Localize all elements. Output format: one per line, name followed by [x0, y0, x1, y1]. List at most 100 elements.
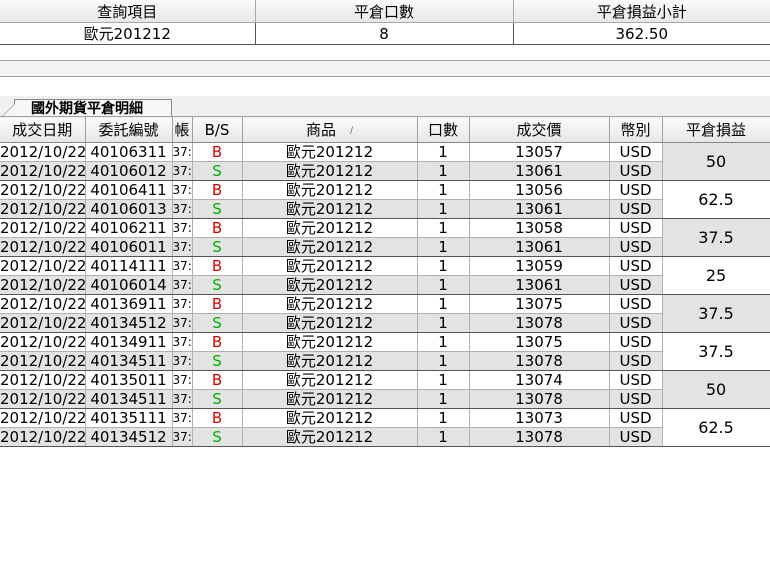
cell-order: 40106211	[85, 218, 173, 238]
table-row[interactable]: 2012/10/22 40106011 37: S 歐元201212 1 13061 USD	[0, 237, 770, 257]
cell-product: 歐元201212	[242, 275, 418, 295]
col-header-product[interactable]: 商品 ∕	[242, 116, 418, 143]
summary-header-item[interactable]: 查詢項目	[0, 0, 256, 23]
cell-account: 37:	[172, 275, 193, 295]
table-row[interactable]: 2012/10/22 40136911 37: B 歐元201212 1 13075 USD 3…	[0, 294, 770, 333]
cell-currency: USD	[609, 351, 663, 371]
summary-table: 查詢項目 平倉口數 平倉損益小計 歐元201212 8 362.50	[0, 0, 770, 45]
cell-date: 2012/10/22	[0, 294, 86, 314]
cell-order: 40106012	[85, 161, 173, 181]
cell-pnl: 37.5	[662, 294, 770, 333]
col-header-price[interactable]: 成交價	[469, 116, 610, 143]
col-header-order[interactable]: 委託編號	[85, 116, 173, 143]
table-row[interactable]: 2012/10/22 40106211 37: B 歐元201212 1 13058 USD 3…	[0, 218, 770, 257]
col-header-date[interactable]: 成交日期	[0, 116, 86, 143]
table-row[interactable]: 2012/10/22 40106311 37: B 歐元201212 1 13057 USD 5…	[0, 142, 770, 181]
cell-product: 歐元201212	[242, 332, 418, 352]
cell-date: 2012/10/22	[0, 199, 86, 219]
cell-currency: USD	[609, 389, 663, 409]
cell-account: 37:	[172, 218, 193, 238]
cell-price: 13075	[469, 332, 610, 352]
cell-pnl: 37.5	[662, 332, 770, 371]
cell-lots: 1	[417, 370, 470, 390]
cell-price: 13075	[469, 294, 610, 314]
cell-date: 2012/10/22	[0, 351, 86, 371]
cell-date: 2012/10/22	[0, 275, 86, 295]
summary-header-qty[interactable]: 平倉口數	[255, 0, 514, 23]
cell-price: 13078	[469, 351, 610, 371]
cell-bs: B	[192, 142, 243, 162]
cell-product: 歐元201212	[242, 180, 418, 200]
summary-header-subtotal[interactable]: 平倉損益小計	[513, 0, 770, 23]
cell-order: 40106011	[85, 237, 173, 257]
cell-account: 37:	[172, 294, 193, 314]
cell-currency: USD	[609, 370, 663, 390]
summary-row[interactable]: 歐元201212 8 362.50	[0, 22, 770, 45]
cell-order: 40134512	[85, 427, 173, 447]
table-row[interactable]: 2012/10/22 40135111 37: B 歐元201212 1 13073 USD 6…	[0, 408, 770, 447]
col-header-bs[interactable]: B/S	[192, 116, 243, 143]
cell-pnl: 62.5	[662, 408, 770, 447]
cell-lots: 1	[417, 237, 470, 257]
cell-date: 2012/10/22	[0, 408, 86, 428]
cell-order: 40106411	[85, 180, 173, 200]
cell-lots: 1	[417, 199, 470, 219]
table-row[interactable]: 2012/10/22 40114111 37: B 歐元201212 1 13059 USD 2…	[0, 256, 770, 295]
col-header-pnl[interactable]: 平倉損益	[662, 116, 770, 143]
cell-lots: 1	[417, 351, 470, 371]
tab-foreign-futures-close-detail[interactable]: 國外期貨平倉明細	[14, 99, 172, 117]
cell-currency: USD	[609, 332, 663, 352]
cell-date: 2012/10/22	[0, 142, 86, 162]
col-header-lots[interactable]: 口數	[417, 116, 470, 143]
table-row[interactable]: 2012/10/22 40134911 37: B 歐元201212 1 13075 USD 3…	[0, 332, 770, 371]
cell-order: 40134511	[85, 351, 173, 371]
cell-account: 37:	[172, 237, 193, 257]
cell-currency: USD	[609, 142, 663, 162]
col-header-account[interactable]: 帳	[172, 116, 193, 143]
cell-lots: 1	[417, 256, 470, 276]
table-row[interactable]: 2012/10/22 40106012 37: S 歐元201212 1 13061 USD	[0, 161, 770, 181]
table-row[interactable]: 2012/10/22 40106411 37: B 歐元201212 1 13056 USD 6…	[0, 180, 770, 219]
table-row[interactable]: 2012/10/22 40106013 37: S 歐元201212 1 13061 USD	[0, 199, 770, 219]
cell-currency: USD	[609, 427, 663, 447]
cell-bs: S	[192, 389, 243, 409]
cell-order: 40114111	[85, 256, 173, 276]
cell-account: 37:	[172, 142, 193, 162]
cell-bs: S	[192, 427, 243, 447]
cell-bs: B	[192, 180, 243, 200]
tab-strip: 國外期貨平倉明細	[0, 96, 770, 117]
cell-pnl: 50	[662, 142, 770, 181]
cell-price: 13061	[469, 275, 610, 295]
cell-product: 歐元201212	[242, 142, 418, 162]
cell-pnl: 37.5	[662, 218, 770, 257]
panel-splitter[interactable]	[0, 60, 770, 77]
cell-product: 歐元201212	[242, 351, 418, 371]
cell-product: 歐元201212	[242, 427, 418, 447]
cell-account: 37:	[172, 199, 193, 219]
cell-account: 37:	[172, 256, 193, 276]
cell-product: 歐元201212	[242, 161, 418, 181]
cell-currency: USD	[609, 408, 663, 428]
cell-lots: 1	[417, 161, 470, 181]
cell-lots: 1	[417, 332, 470, 352]
cell-account: 37:	[172, 313, 193, 333]
table-row[interactable]: 2012/10/22 40134511 37: S 歐元201212 1 13078 USD	[0, 351, 770, 371]
cell-currency: USD	[609, 161, 663, 181]
table-row[interactable]: 2012/10/22 40134512 37: S 歐元201212 1 13078 USD	[0, 313, 770, 333]
cell-account: 37:	[172, 370, 193, 390]
cell-price: 13073	[469, 408, 610, 428]
table-row[interactable]: 2012/10/22 40135011 37: B 歐元201212 1 13074 USD 5…	[0, 370, 770, 409]
table-row[interactable]: 2012/10/22 40106014 37: S 歐元201212 1 13061 USD	[0, 275, 770, 295]
cell-date: 2012/10/22	[0, 180, 86, 200]
detail-body: 2012/10/22 40106311 37: B 歐元201212 1 13057 USD 5…	[0, 142, 770, 447]
table-row[interactable]: 2012/10/22 40134511 37: S 歐元201212 1 13078 USD	[0, 389, 770, 409]
cell-product: 歐元201212	[242, 256, 418, 276]
cell-bs: S	[192, 199, 243, 219]
col-header-currency[interactable]: 幣別	[609, 116, 663, 143]
cell-account: 37:	[172, 351, 193, 371]
cell-order: 40134511	[85, 389, 173, 409]
cell-bs: B	[192, 294, 243, 314]
table-row[interactable]: 2012/10/22 40134512 37: S 歐元201212 1 13078 USD	[0, 427, 770, 447]
cell-price: 13057	[469, 142, 610, 162]
cell-currency: USD	[609, 313, 663, 333]
